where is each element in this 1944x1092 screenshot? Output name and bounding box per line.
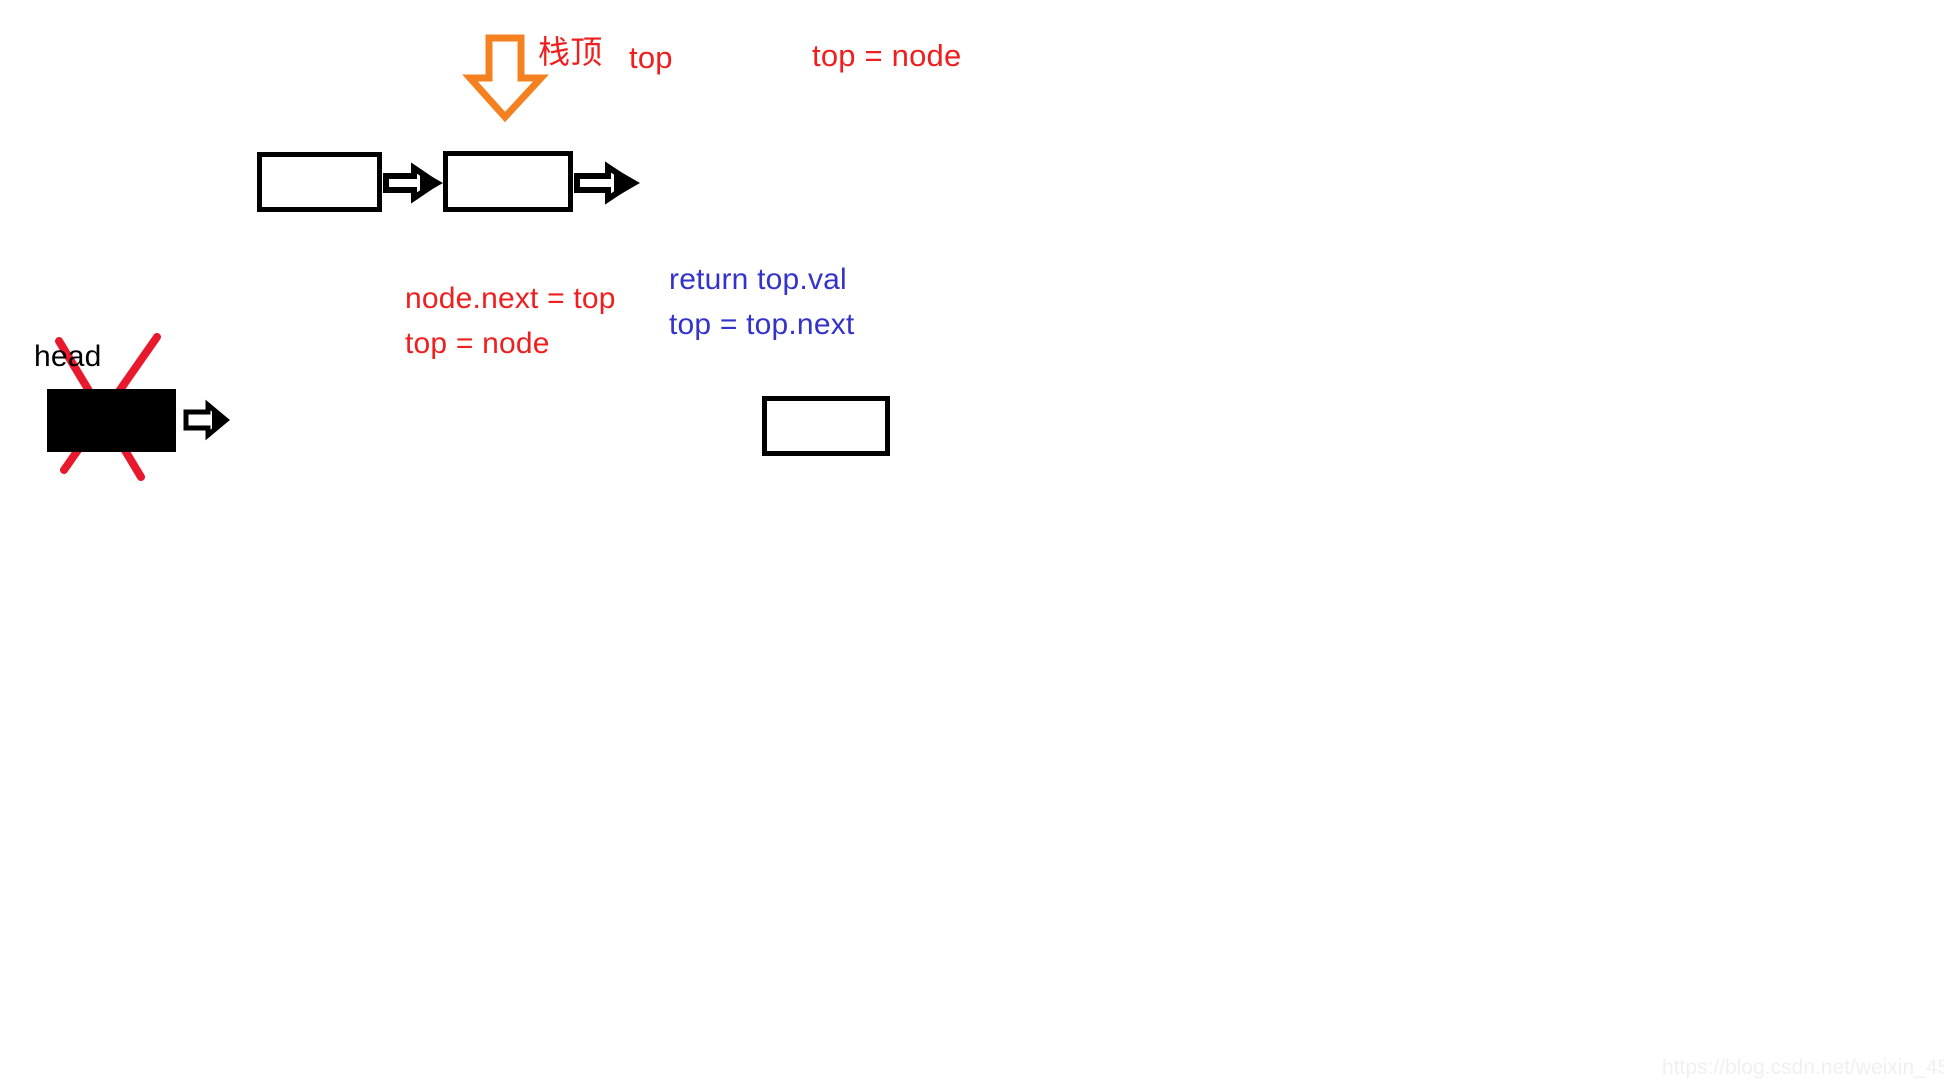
right-block-arrow-icon (383, 162, 443, 204)
list-node-a (257, 152, 382, 212)
diagram-canvas: 栈顶 top top = node node.next = top top = … (0, 0, 1944, 1092)
watermark-text: https://blog.csdn.net/weixin_45378666 (1662, 1056, 1944, 1079)
top-assign-node-annotation: top = node (812, 38, 962, 73)
head-label: head (34, 340, 102, 373)
down-block-arrow-icon (462, 34, 549, 123)
right-block-arrow-icon (574, 161, 640, 205)
list-node-free (762, 396, 890, 456)
pop-annotation-line-2: top = top.next (669, 308, 855, 341)
list-node-b (443, 151, 573, 212)
push-annotation-line-2: top = node (405, 327, 550, 360)
right-block-arrow-icon (183, 399, 230, 441)
top-pointer-label: top (629, 40, 673, 75)
pop-annotation-line-1: return top.val (669, 263, 847, 296)
stack-top-label-cn: 栈顶 (538, 33, 603, 71)
list-node-head (47, 389, 176, 452)
push-annotation-line-1: node.next = top (405, 282, 616, 315)
